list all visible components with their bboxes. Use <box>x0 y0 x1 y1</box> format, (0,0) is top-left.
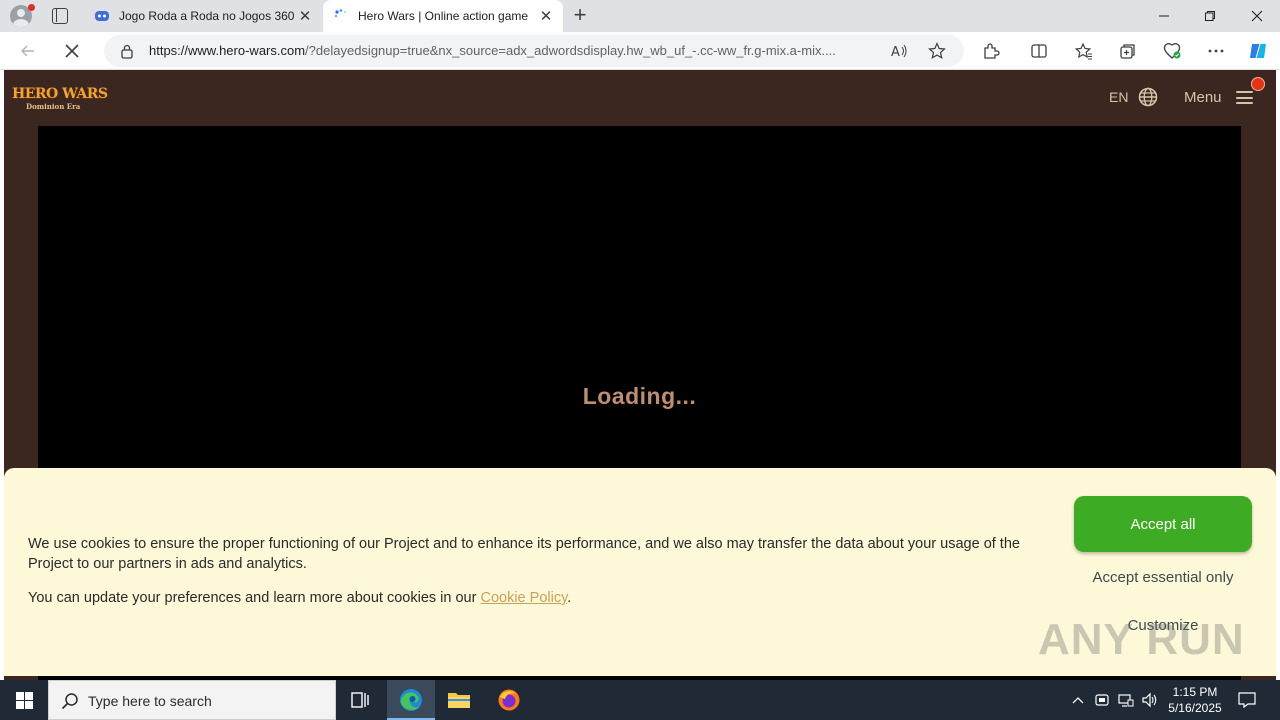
defender-icon[interactable] <box>1092 690 1112 710</box>
loading-text: Loading... <box>582 383 697 409</box>
minimize-icon[interactable] <box>1141 0 1187 32</box>
accept-all-button[interactable]: Accept all <box>1074 496 1252 552</box>
stop-loading-icon[interactable] <box>60 39 84 63</box>
notifications-icon[interactable] <box>1237 690 1257 710</box>
tab-actions-icon[interactable] <box>52 8 68 24</box>
taskbar: Type here to search 1:15 PM 5/16/2025 <box>0 680 1280 720</box>
firefox-icon[interactable] <box>485 680 533 720</box>
clock-time: 1:15 PM <box>1172 685 1218 699</box>
accept-essential-button[interactable]: Accept essential only <box>1074 569 1252 591</box>
lock-icon[interactable] <box>120 44 134 59</box>
anyrun-watermark: ANY RUN <box>1038 605 1244 669</box>
tab-strip: Jogo Roda a Roda no Jogos 360 ✕ Hero War… <box>0 0 1280 32</box>
network-icon[interactable] <box>1116 690 1136 710</box>
cookie-policy-link[interactable]: Cookie Policy <box>480 590 567 606</box>
cookie-preferences-suffix: . <box>567 590 572 606</box>
clock-date: 5/16/2025 <box>1168 701 1222 715</box>
address-bar-row: https://www.hero-wars.com/?delayedsignup… <box>0 32 1280 70</box>
cookie-preferences-text: You can update your preferences and lear… <box>28 590 571 606</box>
svg-text:A: A <box>891 45 900 59</box>
close-window-icon[interactable] <box>1234 0 1280 32</box>
tab-title: Jogo Roda a Roda no Jogos 360 <box>119 9 295 23</box>
read-aloud-icon[interactable]: A <box>890 43 908 59</box>
edge-browser-icon[interactable] <box>387 680 435 720</box>
search-placeholder: Type here to search <box>88 693 212 709</box>
tab-hero-wars[interactable]: Hero Wars | Online action game ✕ <box>323 0 563 32</box>
taskbar-search-input[interactable]: Type here to search <box>48 680 336 720</box>
task-view-icon[interactable] <box>336 680 384 720</box>
restore-icon[interactable] <box>1187 0 1233 32</box>
jogos360-favicon-icon <box>95 11 109 21</box>
file-explorer-icon[interactable] <box>435 680 483 720</box>
collections-icon[interactable] <box>1116 39 1140 63</box>
menu-button[interactable]: Menu <box>1184 89 1222 106</box>
cookie-preferences-prefix: You can update your preferences and lear… <box>28 590 481 606</box>
close-tab-icon[interactable]: ✕ <box>538 7 554 25</box>
tab-title: Hero Wars | Online action game <box>358 9 529 23</box>
logo-subtitle: Dominion Era <box>26 102 81 111</box>
close-tab-icon[interactable]: ✕ <box>297 7 313 25</box>
loading-spinner-icon <box>334 9 346 18</box>
settings-more-icon[interactable] <box>1204 39 1228 63</box>
url-text[interactable]: https://www.hero-wars.com/?delayedsignup… <box>149 43 889 58</box>
windows-start-icon[interactable] <box>0 680 48 720</box>
cookie-banner: We use cookies to ensure the proper func… <box>4 468 1276 676</box>
url-domain: https://www.hero-wars.com <box>149 43 306 58</box>
logo-title: HERO WARS <box>12 86 108 102</box>
language-selector[interactable]: EN <box>1109 89 1128 105</box>
cookie-description: We use cookies to ensure the proper func… <box>28 536 1020 572</box>
search-icon <box>61 693 78 710</box>
hamburger-icon[interactable] <box>1236 91 1253 104</box>
show-hidden-icons-icon[interactable] <box>1068 690 1088 710</box>
browser-essentials-icon[interactable] <box>1160 39 1184 63</box>
split-screen-icon[interactable] <box>1027 39 1051 63</box>
site-header: HERO WARS Dominion Era EN Menu <box>4 70 1276 126</box>
favorite-star-icon[interactable] <box>928 42 946 60</box>
favorites-icon[interactable] <box>1072 39 1096 63</box>
notification-dot <box>1251 77 1265 91</box>
new-tab-button[interactable]: + <box>568 3 592 27</box>
profile-notification-dot <box>28 4 35 11</box>
url-path: /?delayedsignup=true&nx_source=adx_adwor… <box>305 43 836 58</box>
volume-icon[interactable] <box>1140 690 1160 710</box>
globe-icon[interactable] <box>1138 87 1158 107</box>
watermark-text: ANY RUN <box>1038 615 1245 664</box>
tab-jogos360[interactable]: Jogo Roda a Roda no Jogos 360 ✕ <box>84 0 322 32</box>
hero-wars-logo[interactable]: HERO WARS Dominion Era <box>12 86 108 112</box>
back-icon[interactable] <box>16 39 40 63</box>
system-clock[interactable]: 1:15 PM 5/16/2025 <box>1160 684 1230 716</box>
address-bar[interactable]: https://www.hero-wars.com/?delayedsignup… <box>104 35 964 67</box>
extensions-icon[interactable] <box>979 39 1003 63</box>
copilot-icon[interactable] <box>1246 39 1270 63</box>
